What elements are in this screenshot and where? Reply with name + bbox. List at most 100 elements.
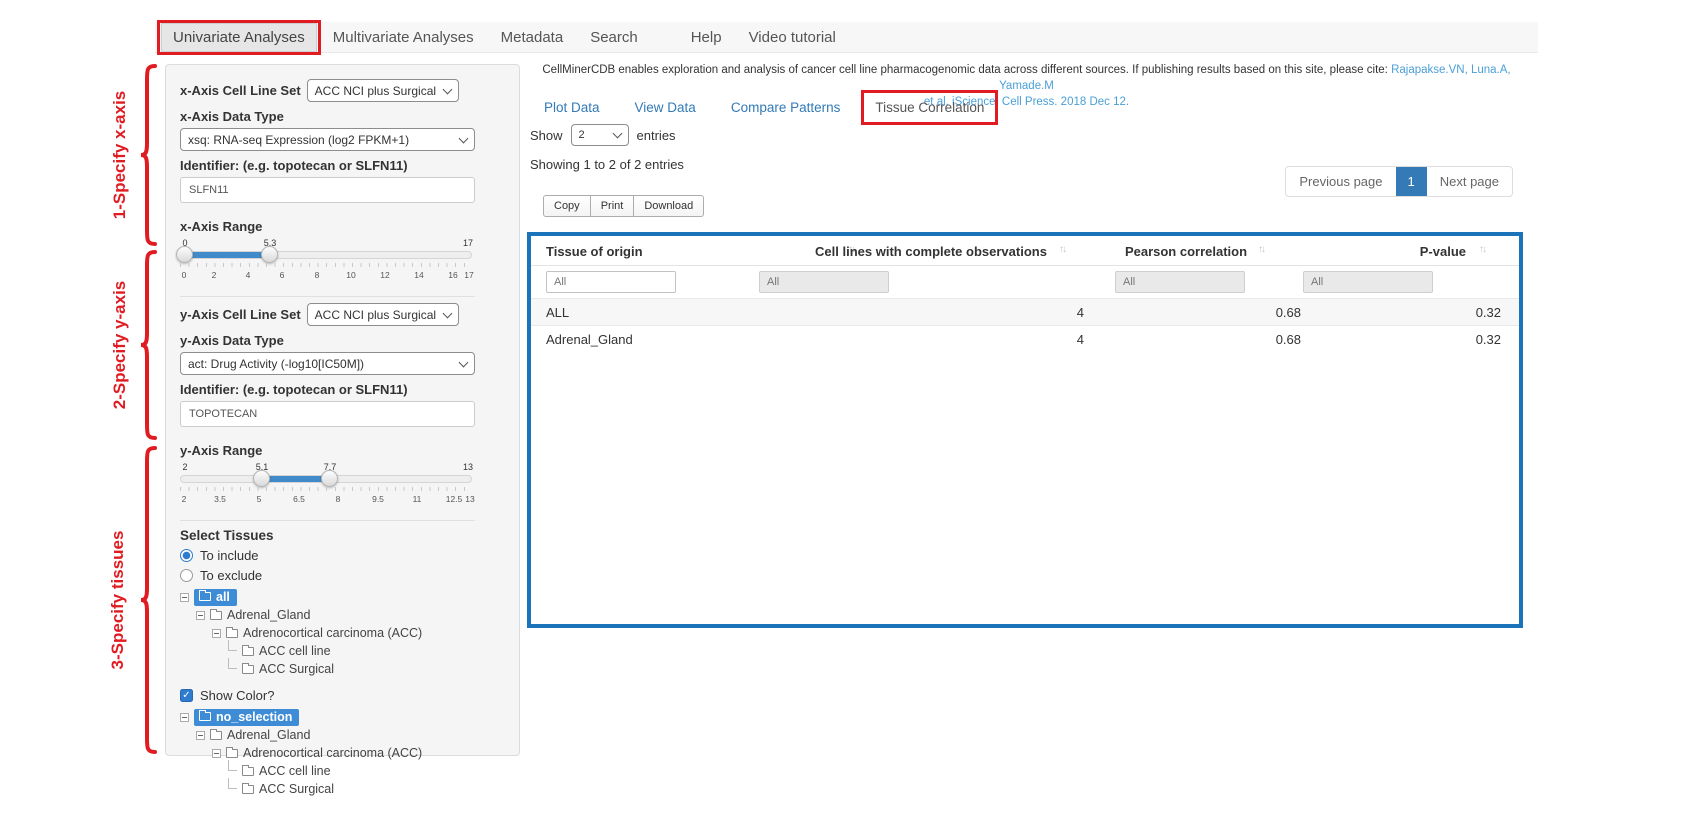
slider-handle-left[interactable] [176, 246, 193, 263]
show-color-option[interactable]: Show Color? [180, 688, 475, 703]
col-header-p-value[interactable]: P-value [1420, 244, 1466, 259]
show-label: Show [530, 128, 563, 143]
next-page-button[interactable]: Next page [1427, 167, 1512, 196]
nav-metadata[interactable]: Metadata [490, 24, 575, 51]
y-range-max-value: 13 [463, 462, 473, 472]
tab-compare-patterns[interactable]: Compare Patterns [731, 100, 841, 115]
slider-handle-left[interactable] [253, 470, 270, 487]
copy-button[interactable]: Copy [543, 195, 591, 217]
collapse-icon[interactable] [212, 749, 221, 758]
export-buttons: Copy Print Download [543, 195, 704, 217]
y-data-type-select[interactable]: act: Drug Activity (-log10[IC50M]) [180, 352, 475, 375]
slider-tick: 17 [464, 270, 473, 280]
x-cell-line-set-value: ACC NCI plus Surgical [315, 84, 436, 98]
x-range-max-value: 17 [463, 238, 473, 248]
collapse-icon[interactable] [196, 611, 205, 620]
collapse-icon[interactable] [212, 629, 221, 638]
x-data-type-select[interactable]: xsq: RNA-seq Expression (log2 FPKM+1) [180, 128, 475, 151]
collapse-icon[interactable] [196, 731, 205, 740]
print-button[interactable]: Print [590, 195, 635, 217]
radio-to-exclude[interactable]: To exclude [180, 568, 475, 583]
filter-tissue-of-origin[interactable] [546, 271, 676, 293]
tree-leaf-acc-surgical[interactable]: ACC Surgical [180, 780, 475, 798]
filter-pearson-correlation[interactable] [1115, 271, 1245, 293]
radio-unselected-icon [180, 569, 193, 582]
radio-to-include-label: To include [200, 548, 259, 563]
cell-p-value: 0.32 [1476, 332, 1501, 347]
collapse-icon[interactable] [180, 713, 189, 722]
col-header-pearson-correlation[interactable]: Pearson correlation [1036, 244, 1336, 259]
entries-label: entries [637, 128, 676, 143]
tree-node-label: all [216, 590, 230, 604]
radio-selected-icon [180, 549, 193, 562]
nav-univariate-analyses[interactable]: Univariate Analyses [161, 23, 317, 52]
slider-tick: 12 [380, 270, 389, 280]
slider-handle-right[interactable] [321, 470, 338, 487]
nav-video-tutorial[interactable]: Video tutorial [738, 24, 847, 51]
slider-tick: 5 [257, 494, 262, 504]
tree-node-acc[interactable]: Adrenocortical carcinoma (ACC) [180, 744, 475, 762]
folder-icon [242, 647, 254, 656]
x-cell-line-set-select[interactable]: ACC NCI plus Surgical [307, 79, 459, 102]
radio-to-exclude-label: To exclude [200, 568, 262, 583]
annotation-step3-label: 3-Specify tissues [108, 515, 128, 685]
tree-leaf-acc-surgical[interactable]: ACC Surgical [180, 660, 475, 678]
tree-node-label: Adrenal_Gland [227, 608, 310, 622]
page-size-value: 2 [579, 129, 585, 141]
y-cell-line-set-select[interactable]: ACC NCI plus Surgical [307, 303, 459, 326]
page-size-select[interactable]: 2 [571, 124, 629, 146]
filter-cell-lines[interactable] [759, 271, 889, 293]
tree-leaf-acc-cell-line[interactable]: ACC cell line [180, 642, 475, 660]
page-1-button[interactable]: 1 [1396, 167, 1427, 196]
radio-to-include[interactable]: To include [180, 548, 475, 563]
tree-leaf-acc-cell-line[interactable]: ACC cell line [180, 762, 475, 780]
x-identifier-input[interactable] [180, 177, 475, 203]
nav-multivariate-analyses[interactable]: Multivariate Analyses [322, 24, 485, 51]
table-filter-row [531, 266, 1519, 298]
folder-icon [226, 749, 238, 758]
tree-connector [228, 760, 237, 771]
entries-control: Show 2 entries [530, 124, 676, 146]
tab-plot-data[interactable]: Plot Data [544, 100, 600, 115]
showing-status: Showing 1 to 2 of 2 entries [530, 157, 684, 172]
citation-prefix: CellMinerCDB enables exploration and ana… [542, 64, 1388, 76]
col-header-tissue-of-origin[interactable]: Tissue of origin [546, 244, 643, 259]
main-nav: Univariate Analyses Multivariate Analyse… [155, 22, 1538, 53]
annotation-brace-1 [139, 64, 157, 246]
filter-p-value[interactable] [1303, 271, 1433, 293]
annotation-brace-2 [139, 250, 157, 440]
slider-handle-right[interactable] [261, 246, 278, 263]
tab-tissue-correlation[interactable]: Tissue Correlation [875, 100, 984, 115]
result-tabs: Plot Data View Data Compare Patterns Tis… [544, 100, 984, 115]
tree-node-acc[interactable]: Adrenocortical carcinoma (ACC) [180, 624, 475, 642]
sort-icon[interactable]: ↑↓ [1258, 244, 1264, 255]
x-axis-range-slider[interactable]: 0 5.3 17 0 2 4 6 8 10 12 14 16 17 [180, 238, 472, 286]
tree-node-no-selection[interactable]: no_selection [180, 708, 475, 726]
previous-page-button[interactable]: Previous page [1286, 167, 1395, 196]
annotation-step1-label: 1-Specify x-axis [110, 70, 130, 240]
tree-node-adrenal-gland[interactable]: Adrenal_Gland [180, 606, 475, 624]
y-axis-range-slider[interactable]: 2 5.1 7.7 13 2 3.5 5 6.5 8 9.5 11 12.5 1… [180, 462, 472, 510]
cell-pearson: 0.68 [1276, 305, 1301, 320]
nav-search[interactable]: Search [579, 24, 649, 51]
slider-tick: 8 [315, 270, 320, 280]
tab-view-data[interactable]: View Data [635, 100, 696, 115]
y-identifier-input[interactable] [180, 401, 475, 427]
download-button[interactable]: Download [633, 195, 704, 217]
tree-node-all[interactable]: all [180, 588, 475, 606]
folder-icon [242, 767, 254, 776]
cellminercdb-app: Univariate Analyses Multivariate Analyse… [0, 0, 1694, 813]
tree-connector [228, 640, 237, 651]
table-row[interactable]: Adrenal_Gland 4 0.68 0.32 [531, 325, 1519, 352]
section-divider [180, 296, 475, 297]
y-cell-line-set-value: ACC NCI plus Surgical [315, 308, 436, 322]
sort-icon[interactable]: ↑↓ [1479, 244, 1485, 255]
tree-node-adrenal-gland[interactable]: Adrenal_Gland [180, 726, 475, 744]
cell-pearson: 0.68 [1276, 332, 1301, 347]
collapse-icon[interactable] [180, 593, 189, 602]
x-data-type-label: x-Axis Data Type [180, 109, 475, 124]
y-data-type-value: act: Drug Activity (-log10[IC50M]) [188, 357, 364, 371]
nav-help[interactable]: Help [680, 24, 733, 51]
table-row[interactable]: ALL 4 0.68 0.32 [531, 298, 1519, 325]
checkbox-checked-icon[interactable] [180, 689, 193, 702]
